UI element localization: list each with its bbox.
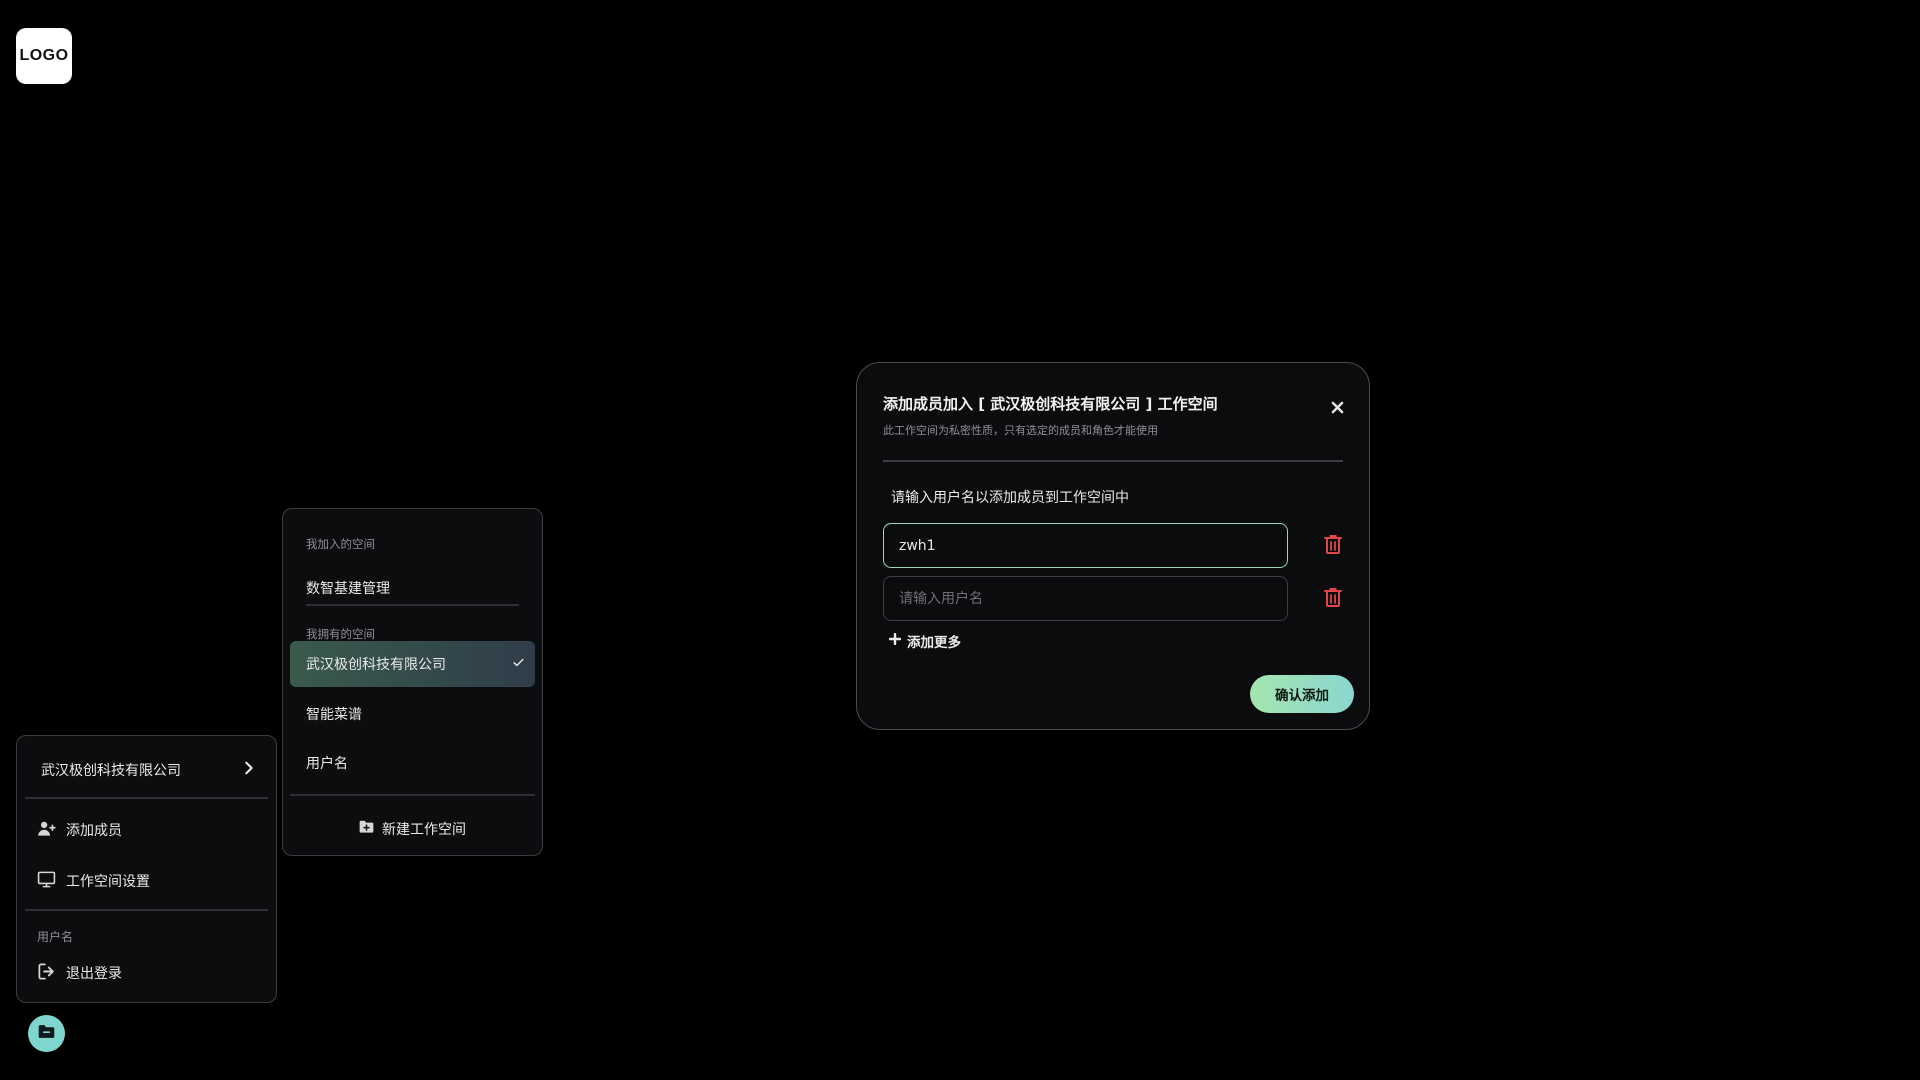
divider: [290, 794, 535, 796]
workspace-toggle-button[interactable]: [28, 1015, 65, 1052]
folder-icon: [38, 1024, 55, 1043]
workspace-item-label: 用户名: [306, 756, 348, 772]
modal-prompt: 请输入用户名以添加成员到工作空间中: [891, 490, 1129, 506]
add-member-modal: 添加成员加入 [ 武汉极创科技有限公司 ] 工作空间 此工作空间为私密性质，只有…: [856, 362, 1370, 730]
close-icon: [1331, 399, 1344, 418]
plus-icon: [888, 632, 902, 649]
add-more-label: 添加更多: [907, 635, 961, 651]
modal-subtitle: 此工作空间为私密性质，只有选定的成员和角色才能使用: [883, 424, 1158, 437]
workspace-settings-menu-item[interactable]: 工作空间设置: [25, 860, 268, 902]
user-plus-icon: [37, 819, 56, 842]
owned-spaces-label: 我拥有的空间: [306, 627, 375, 641]
workspace-item-label: 数智基建管理: [306, 581, 390, 597]
logout-menu-item[interactable]: 退出登录: [25, 952, 268, 994]
divider: [25, 797, 268, 799]
menu-item-label: 添加成员: [66, 823, 122, 839]
current-workspace-selector[interactable]: 武汉极创科技有限公司: [25, 750, 268, 790]
new-workspace-button[interactable]: 新建工作空间: [290, 809, 535, 849]
current-workspace-name: 武汉极创科技有限公司: [41, 763, 181, 779]
trash-icon: [1324, 587, 1342, 611]
add-more-button[interactable]: 添加更多: [888, 631, 961, 651]
username-input[interactable]: [883, 523, 1288, 568]
workspace-item[interactable]: 智能菜谱: [290, 691, 535, 737]
logo: LOGO: [16, 28, 72, 84]
workspace-item-selected[interactable]: 武汉极创科技有限公司: [290, 641, 535, 687]
chevron-right-icon: [244, 761, 254, 779]
username-input[interactable]: [883, 576, 1288, 621]
workspace-list-dropdown: 我加入的空间 数智基建管理 我拥有的空间 武汉极创科技有限公司 智能菜谱 用户名…: [282, 508, 543, 856]
divider: [25, 909, 268, 911]
new-workspace-label: 新建工作空间: [382, 822, 466, 838]
folder-plus-icon: [359, 820, 374, 838]
delete-input-button[interactable]: [1321, 534, 1345, 558]
monitor-icon: [37, 870, 56, 893]
add-member-menu-item[interactable]: 添加成员: [25, 809, 268, 851]
workspace-menu: 武汉极创科技有限公司 添加成员 工作空间设置 用户名 退出登录: [16, 735, 277, 1003]
close-button[interactable]: [1327, 398, 1347, 418]
username-label: 用户名: [37, 930, 74, 944]
menu-item-label: 工作空间设置: [66, 874, 150, 890]
logout-icon: [37, 962, 56, 985]
trash-icon: [1324, 534, 1342, 558]
modal-title: 添加成员加入 [ 武汉极创科技有限公司 ] 工作空间: [883, 395, 1218, 413]
confirm-add-button[interactable]: 确认添加: [1250, 675, 1354, 713]
delete-input-button[interactable]: [1321, 587, 1345, 611]
workspace-item[interactable]: 用户名: [290, 740, 535, 786]
joined-spaces-label: 我加入的空间: [306, 537, 375, 551]
check-icon: [512, 656, 525, 673]
workspace-item-label: 武汉极创科技有限公司: [306, 657, 446, 673]
divider: [883, 460, 1343, 462]
workspace-item-label: 智能菜谱: [306, 707, 362, 723]
divider: [306, 604, 519, 606]
menu-item-label: 退出登录: [66, 966, 122, 982]
